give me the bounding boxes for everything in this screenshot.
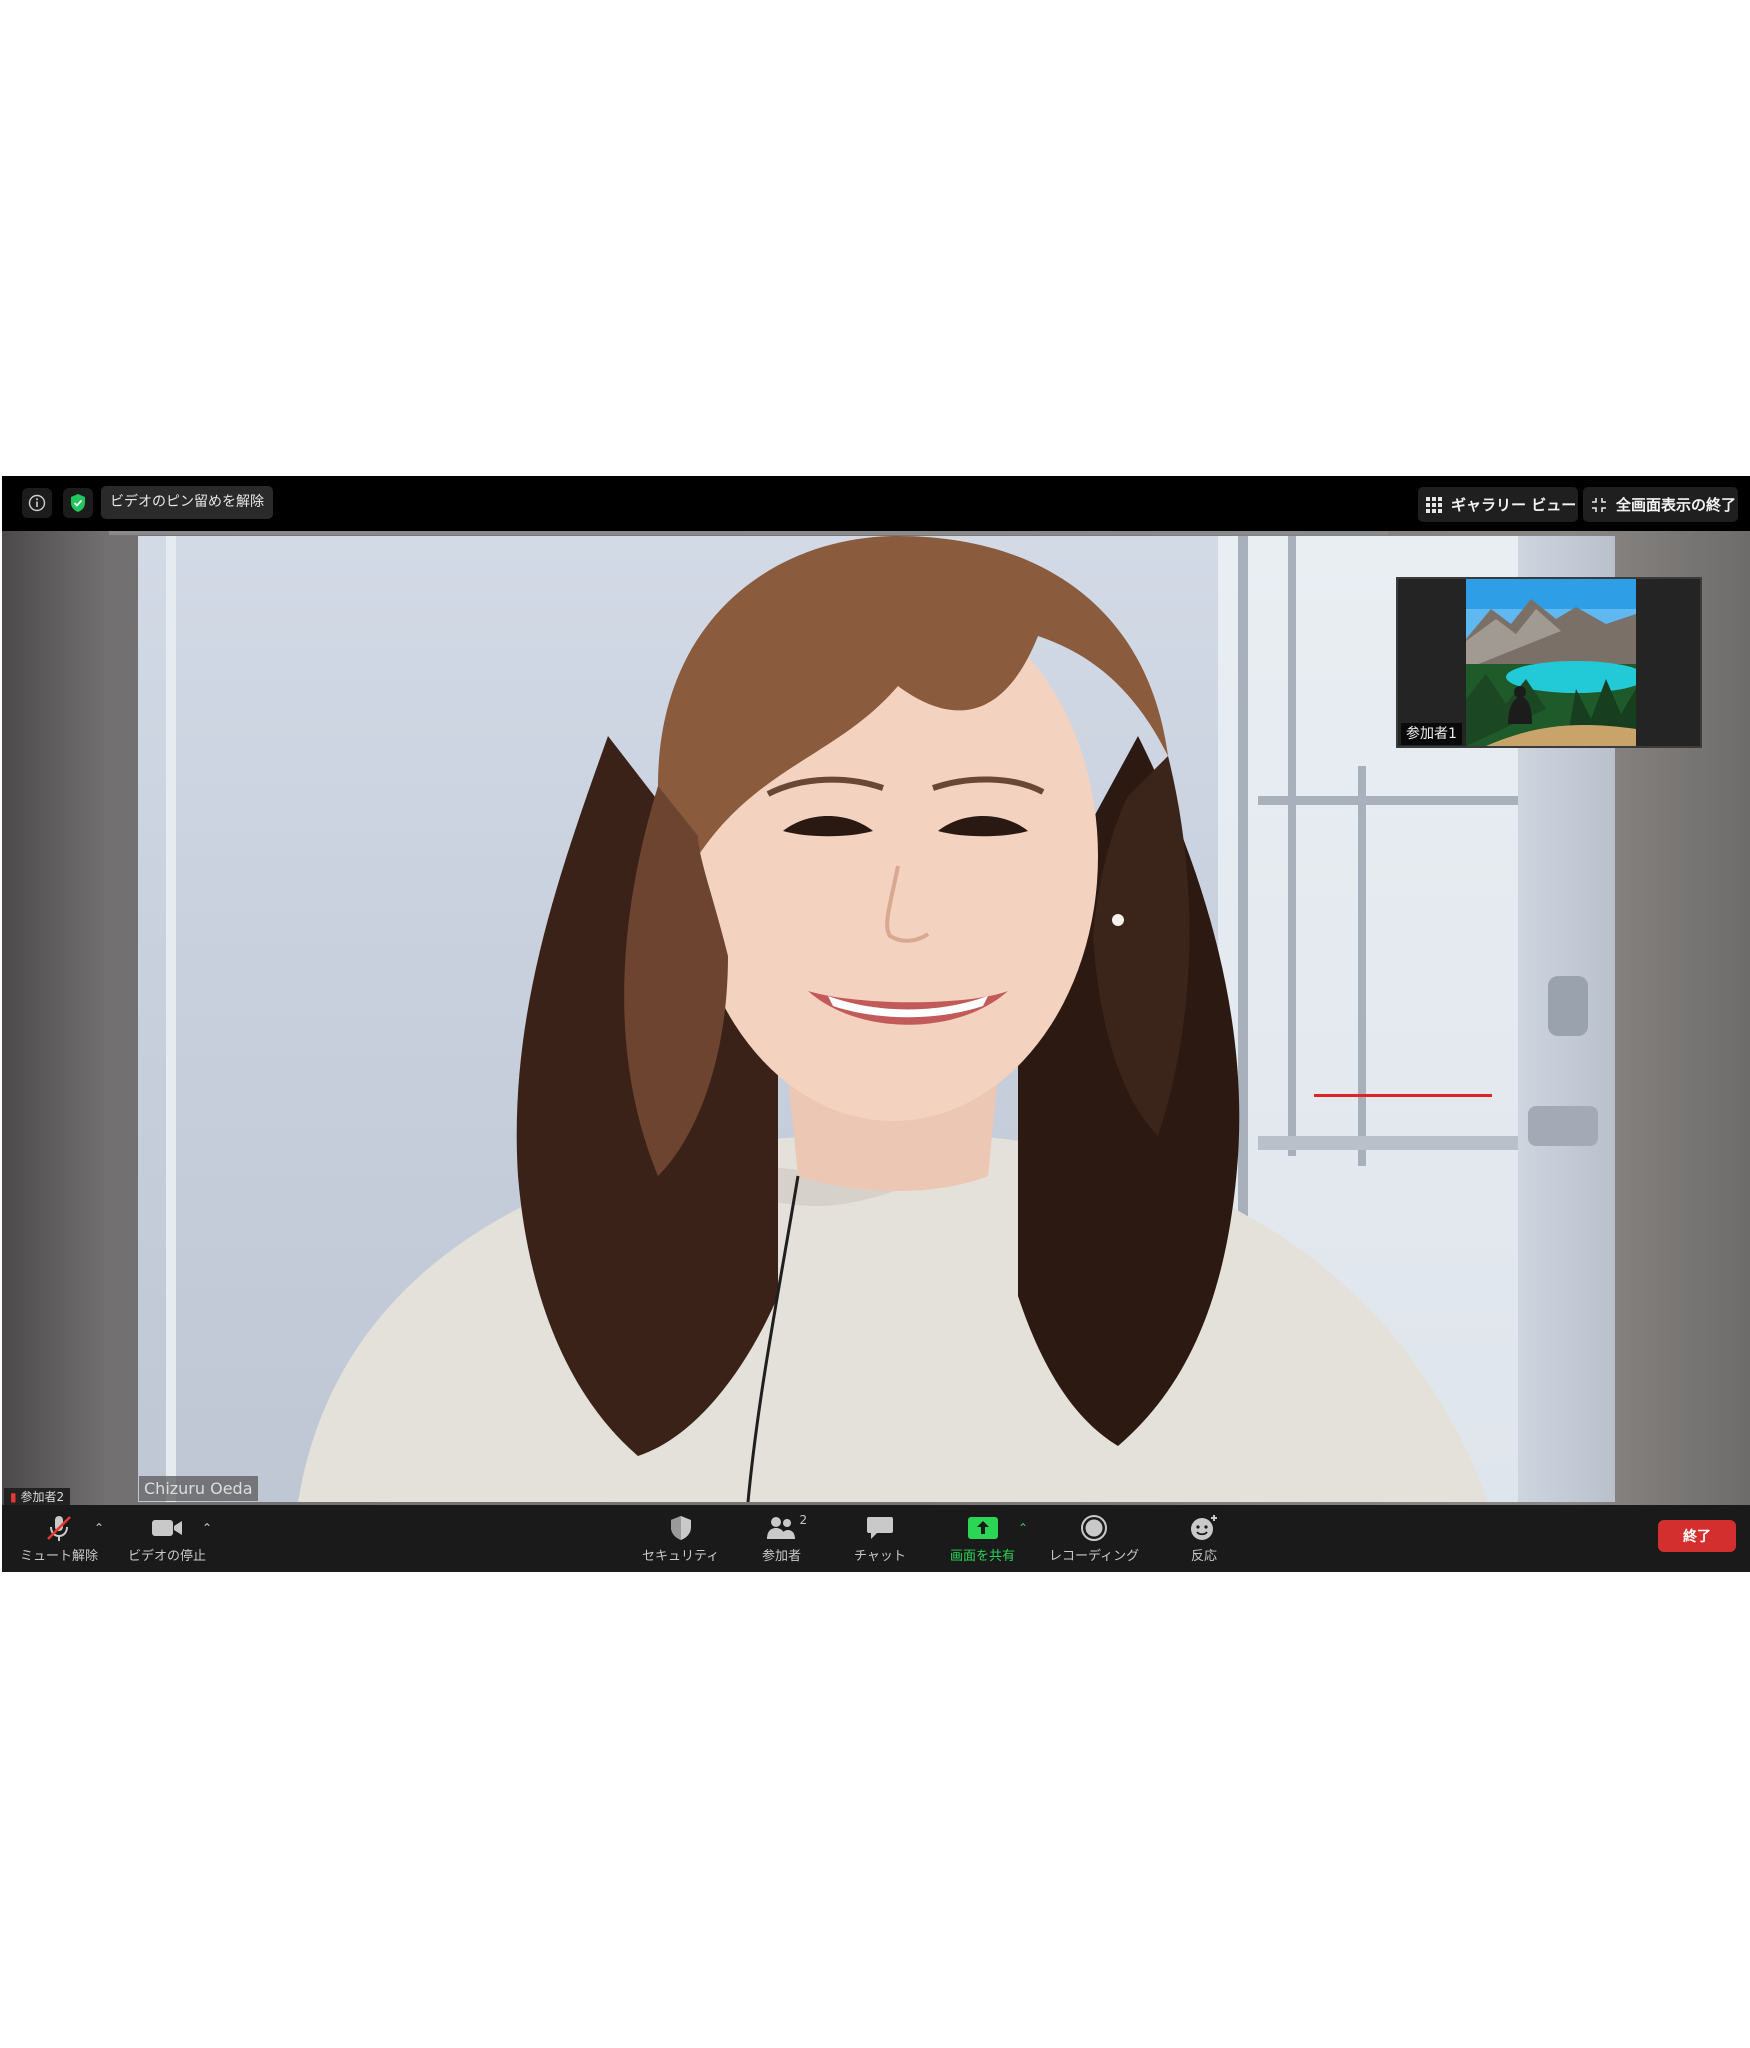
record-label: レコーディング	[1049, 1549, 1140, 1564]
red-accent-line	[1314, 1094, 1492, 1097]
end-meeting-button[interactable]: 終了	[1658, 1520, 1736, 1552]
record-button[interactable]: レコーディング	[1049, 1513, 1139, 1564]
gallery-view-label: ギャラリー ビュー	[1451, 496, 1577, 514]
thumbnail-video	[1466, 579, 1636, 746]
thumbnail-participant-name: 参加者1	[1401, 723, 1462, 745]
muted-microphone-icon	[44, 1513, 74, 1543]
stage-divider	[109, 531, 1388, 535]
chat-label: チャット	[854, 1549, 906, 1564]
security-label: セキュリティ	[642, 1549, 720, 1564]
grid-icon	[1426, 496, 1442, 513]
encryption-shield-icon[interactable]	[63, 488, 93, 518]
stop-video-button[interactable]: ビデオの停止	[128, 1513, 206, 1564]
security-shield-icon	[669, 1513, 693, 1543]
reaction-smiley-icon	[1189, 1513, 1219, 1543]
exit-fullscreen-icon	[1592, 497, 1606, 512]
reactions-label: 反応	[1190, 1549, 1217, 1564]
main-participant-name: Chizuru Oeda	[139, 1476, 258, 1501]
participants-label: 参加者	[762, 1549, 802, 1564]
gallery-view-button[interactable]: ギャラリー ビュー	[1418, 487, 1578, 522]
info-icon[interactable]	[22, 488, 52, 518]
video-options-chevron-icon[interactable]: ⌃	[202, 1521, 212, 1535]
exit-fullscreen-label: 全画面表示の終了	[1616, 496, 1737, 514]
chat-button[interactable]: チャット	[854, 1513, 906, 1564]
muted-mic-icon: ▮	[10, 1490, 17, 1504]
share-screen-label: 画面を共有	[950, 1549, 1016, 1564]
share-screen-button[interactable]: 画面を共有	[950, 1513, 1015, 1564]
participant-thumbnail[interactable]: 参加者1	[1396, 577, 1702, 748]
share-options-chevron-icon[interactable]: ⌃	[1018, 1521, 1028, 1535]
reactions-button[interactable]: 反応	[1189, 1513, 1219, 1564]
meeting-toolbar: ミュート解除 ⌃ ビデオの停止 ⌃ セキュリティ 2 参加者 チャット 画面を共…	[2, 1505, 1750, 1572]
unmute-button[interactable]: ミュート解除	[20, 1513, 98, 1564]
record-icon	[1080, 1513, 1108, 1543]
security-button[interactable]: セキュリティ	[642, 1513, 719, 1564]
participant-2-name: 参加者2	[20, 1490, 65, 1504]
participants-icon: 2	[766, 1513, 807, 1543]
chat-bubble-icon	[866, 1513, 894, 1543]
unmute-label: ミュート解除	[20, 1549, 99, 1564]
video-camera-icon	[151, 1513, 183, 1543]
participants-button[interactable]: 2 参加者	[762, 1513, 807, 1564]
top-bar: ビデオのピン留めを解除 ギャラリー ビュー 全画面表示の終了	[2, 476, 1750, 531]
zoom-meeting-window: ビデオのピン留めを解除 ギャラリー ビュー 全画面表示の終了 Chizuru O…	[2, 476, 1750, 1572]
main-video-feed[interactable]	[138, 536, 1615, 1502]
share-screen-icon	[967, 1513, 999, 1543]
exit-fullscreen-button[interactable]: 全画面表示の終了	[1583, 487, 1738, 522]
participants-count: 2	[799, 1513, 808, 1527]
unpin-video-button[interactable]: ビデオのピン留めを解除	[101, 486, 273, 519]
participant-2-label: ▮ 参加者2	[4, 1488, 71, 1506]
audio-options-chevron-icon[interactable]: ⌃	[94, 1521, 104, 1535]
stop-video-label: ビデオの停止	[128, 1549, 207, 1564]
